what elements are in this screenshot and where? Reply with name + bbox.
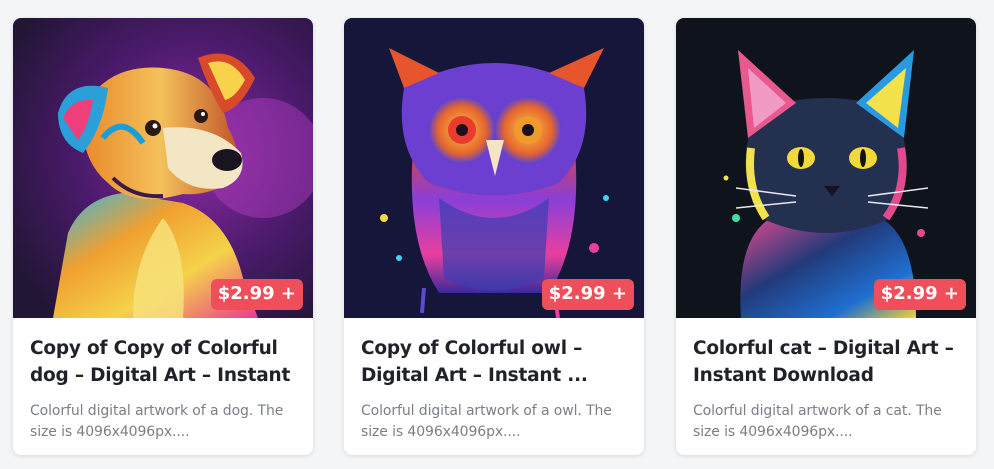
price-badge: $2.99 + <box>873 279 966 310</box>
product-title[interactable]: Colorful cat – Digital Art – Instant Dow… <box>693 335 959 389</box>
product-title[interactable]: Copy of Colorful owl – Digital Art – Ins… <box>361 335 627 389</box>
product-title-line: dog – Digital Art – Instant ... <box>30 365 291 386</box>
product-card-owl[interactable]: $2.99 + Copy of Colorful owl – Digital A… <box>344 18 644 455</box>
product-title[interactable]: Copy of Copy of Colorful dog – Digital A… <box>30 335 296 389</box>
product-description: Colorful digital artwork of a owl. The s… <box>361 401 627 443</box>
cat-artwork-icon <box>676 18 976 318</box>
product-description-line: size is 4096x4096px.... <box>693 424 853 440</box>
product-card-cat[interactable]: $2.99 + Colorful cat – Digital Art – Ins… <box>676 18 976 455</box>
price-badge: $2.99 + <box>210 279 303 310</box>
product-grid: $2.99 + Copy of Copy of Colorful dog – D… <box>0 0 994 469</box>
product-description: Colorful digital artwork of a cat. The s… <box>693 401 959 443</box>
product-title-line: Copy of Colorful owl – <box>361 338 583 359</box>
product-title-line: Instant Download <box>693 365 874 386</box>
product-image-link[interactable]: $2.99 + <box>344 18 644 318</box>
product-description-line: size is 4096x4096px.... <box>361 424 521 440</box>
product-description-line: Colorful digital artwork of a dog. The <box>30 403 284 419</box>
product-title-line: Colorful cat – Digital Art – <box>693 338 954 359</box>
product-description-line: Colorful digital artwork of a owl. The <box>361 403 612 419</box>
product-image-link[interactable]: $2.99 + <box>13 18 313 318</box>
product-title-line: Digital Art – Instant ... <box>361 365 588 386</box>
product-title-line: Copy of Copy of Colorful <box>30 338 278 359</box>
product-image-link[interactable]: $2.99 + <box>676 18 976 318</box>
product-description: Colorful digital artwork of a dog. The s… <box>30 401 296 443</box>
price-badge: $2.99 + <box>541 279 634 310</box>
product-description-line: size is 4096x4096px.... <box>30 424 190 440</box>
product-card-dog[interactable]: $2.99 + Copy of Copy of Colorful dog – D… <box>13 18 313 455</box>
dog-artwork-icon <box>13 18 313 318</box>
owl-artwork-icon <box>344 18 644 318</box>
product-description-line: Colorful digital artwork of a cat. The <box>693 403 942 419</box>
